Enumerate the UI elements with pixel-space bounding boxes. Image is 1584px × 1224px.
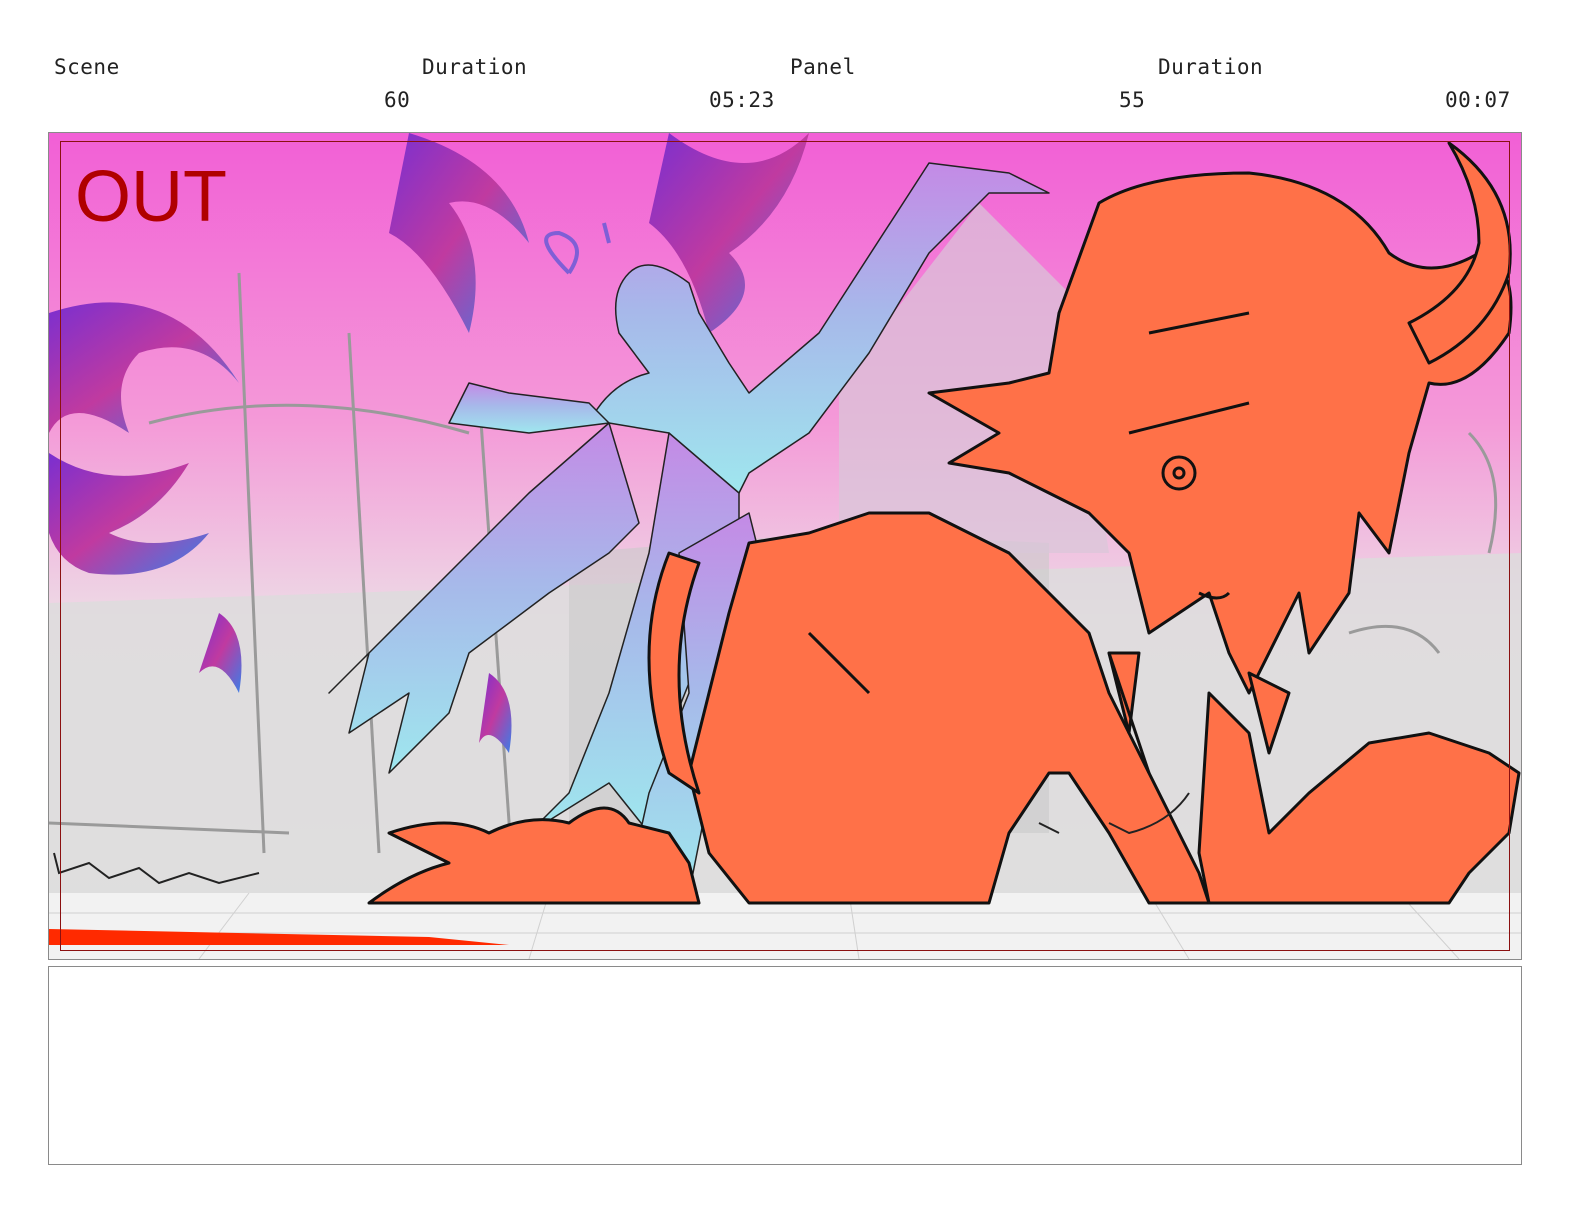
- scene-duration-label: Duration: [422, 55, 528, 79]
- panel-artwork: [49, 133, 1521, 959]
- panel-duration-value: 00:07: [1445, 88, 1511, 112]
- scene-number: 60: [384, 88, 411, 112]
- storyboard-frame: OUT: [48, 132, 1522, 960]
- transition-label: OUT: [75, 157, 227, 237]
- scene-duration-value: 05:23: [709, 88, 775, 112]
- scene-label: Scene: [54, 55, 120, 79]
- panel-label: Panel: [790, 55, 856, 79]
- panel-duration-label: Duration: [1158, 55, 1264, 79]
- panel-number: 55: [1119, 88, 1146, 112]
- notes-box[interactable]: [48, 966, 1522, 1165]
